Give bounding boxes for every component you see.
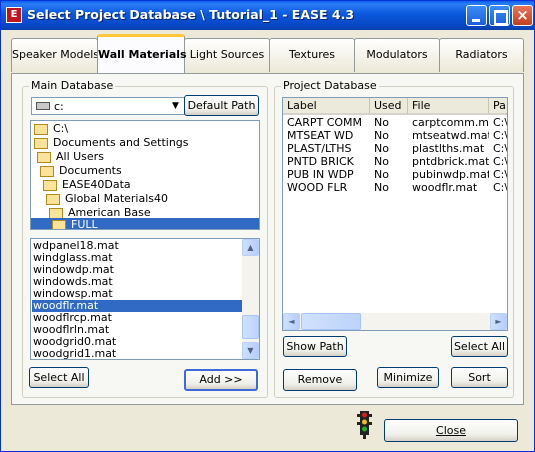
file-list-scrollbar[interactable]: ▲ ▼ (242, 239, 259, 359)
table-cell[interactable]: PUB IN WDP (283, 168, 370, 181)
file-list[interactable]: wdpanel18.mat windglass.mat windowdp.mat… (30, 238, 260, 360)
table-hscrollbar[interactable]: ◄ ► (283, 313, 507, 330)
drive-icon (36, 102, 50, 110)
table-cell[interactable]: No (370, 116, 408, 129)
table-cell[interactable]: pubinwdp.mat (408, 168, 489, 181)
column-header-label[interactable]: Label (283, 98, 370, 115)
column-header-file[interactable]: File (408, 98, 489, 115)
ease-app-icon: E (6, 7, 22, 23)
table-cell[interactable]: C:\ (489, 155, 507, 168)
list-item[interactable]: woodgrid1.mat (32, 348, 242, 360)
traffic-light-icon (357, 411, 372, 439)
table-cell[interactable]: No (370, 142, 408, 155)
tree-item-selected[interactable]: FULL (31, 218, 259, 229)
tab-speaker-models[interactable]: Speaker Models (11, 38, 99, 72)
scroll-up-icon[interactable]: ▲ (242, 239, 259, 256)
scroll-thumb[interactable] (301, 313, 361, 330)
remove-button[interactable]: Remove (283, 369, 357, 391)
tab-modulators[interactable]: Modulators (354, 38, 440, 72)
main-database-label: Main Database (29, 79, 116, 92)
default-path-button[interactable]: Default Path (184, 95, 259, 116)
minimize-button[interactable]: Minimize (377, 367, 439, 388)
tree-item[interactable]: C:\ (34, 122, 254, 136)
table-cell[interactable]: carptcomm.mat (408, 116, 489, 129)
tab-textures[interactable]: Textures (269, 38, 355, 72)
tree-item[interactable]: Documents and Settings (34, 136, 254, 150)
tab-radiators[interactable]: Radiators (439, 38, 524, 72)
drive-value: c: (54, 100, 64, 113)
table-cell[interactable]: MTSEAT WD (283, 129, 370, 142)
table-cell[interactable]: PLAST/LTHS (283, 142, 370, 155)
table-cell[interactable]: C:\ (489, 116, 507, 129)
wall-materials-panel: Main Database c: ▼ Default Path C:\ Docu… (11, 73, 524, 405)
close-icon: × (516, 6, 529, 24)
table-cell[interactable]: No (370, 129, 408, 142)
table-cell[interactable]: No (370, 181, 408, 194)
folder-open-icon (52, 220, 66, 229)
title-bar[interactable]: E Select Project Database \ Tutorial_1 -… (1, 1, 534, 30)
table-cell[interactable]: plastlths.mat (408, 142, 489, 155)
project-material-table[interactable]: Label Used File Pa CARPT COMM No carptco… (282, 97, 508, 331)
sort-button[interactable]: Sort (451, 367, 508, 388)
select-all-project-button[interactable]: Select All (451, 336, 508, 357)
scroll-right-icon[interactable]: ► (490, 313, 507, 330)
table-cell[interactable]: WOOD FLR (283, 181, 370, 194)
folder-open-icon (37, 152, 51, 163)
project-database-group: Project Database Label Used File Pa CARP… (274, 79, 514, 398)
tab-wall-materials[interactable]: Wall Materials (97, 34, 187, 73)
table-cell[interactable]: CARPT COMM (283, 116, 370, 129)
folder-open-icon (34, 124, 48, 135)
select-project-database-window: E Select Project Database \ Tutorial_1 -… (0, 0, 535, 452)
close-button[interactable]: Close (384, 419, 518, 442)
column-header-used[interactable]: Used (370, 98, 408, 115)
table-cell[interactable]: No (370, 155, 408, 168)
maximize-button[interactable] (489, 5, 510, 26)
table-cell[interactable]: mtseatwd.mat (408, 129, 489, 142)
table-cell[interactable]: PNTD BRICK (283, 155, 370, 168)
table-cell[interactable]: C:\ (489, 142, 507, 155)
main-database-group: Main Database c: ▼ Default Path C:\ Docu… (22, 79, 268, 398)
chevron-down-icon[interactable]: ▼ (168, 99, 183, 113)
table-cell[interactable]: C:\ (489, 168, 507, 181)
minimize-icon (467, 6, 486, 25)
table-cell[interactable]: No (370, 168, 408, 181)
folder-open-icon (43, 180, 57, 191)
window-title: Select Project Database \ Tutorial_1 - E… (27, 7, 355, 22)
tab-light-sources[interactable]: Light Sources (184, 38, 270, 72)
tree-item[interactable]: Documents (40, 164, 250, 178)
folder-tree[interactable]: C:\ Documents and Settings All Users Doc… (30, 120, 260, 230)
folder-open-icon (40, 166, 54, 177)
column-header-path[interactable]: Pa (489, 98, 507, 115)
scroll-down-icon[interactable]: ▼ (242, 342, 259, 359)
scroll-left-icon[interactable]: ◄ (283, 313, 300, 330)
scroll-thumb[interactable] (242, 315, 259, 339)
minimize-button[interactable] (466, 5, 487, 26)
table-cell[interactable]: woodflr.mat (408, 181, 489, 194)
table-cell[interactable]: C:\ (489, 181, 507, 194)
table-cell[interactable]: C:\ (489, 129, 507, 142)
folder-open-icon (34, 138, 48, 149)
tree-item[interactable]: Global Materials40 (46, 192, 251, 206)
add-button[interactable]: Add >> (184, 369, 258, 391)
drive-select[interactable]: c: ▼ (31, 97, 185, 115)
folder-open-icon (46, 194, 60, 205)
project-database-label: Project Database (281, 79, 379, 92)
show-path-button[interactable]: Show Path (283, 336, 347, 357)
table-cell[interactable]: pntdbrick.mat (408, 155, 489, 168)
tree-item[interactable]: All Users (37, 150, 247, 164)
select-all-main-button[interactable]: Select All (29, 367, 89, 388)
tree-item[interactable]: EASE40Data (43, 178, 253, 192)
maximize-icon (490, 6, 509, 25)
close-window-button[interactable]: × (512, 5, 533, 26)
